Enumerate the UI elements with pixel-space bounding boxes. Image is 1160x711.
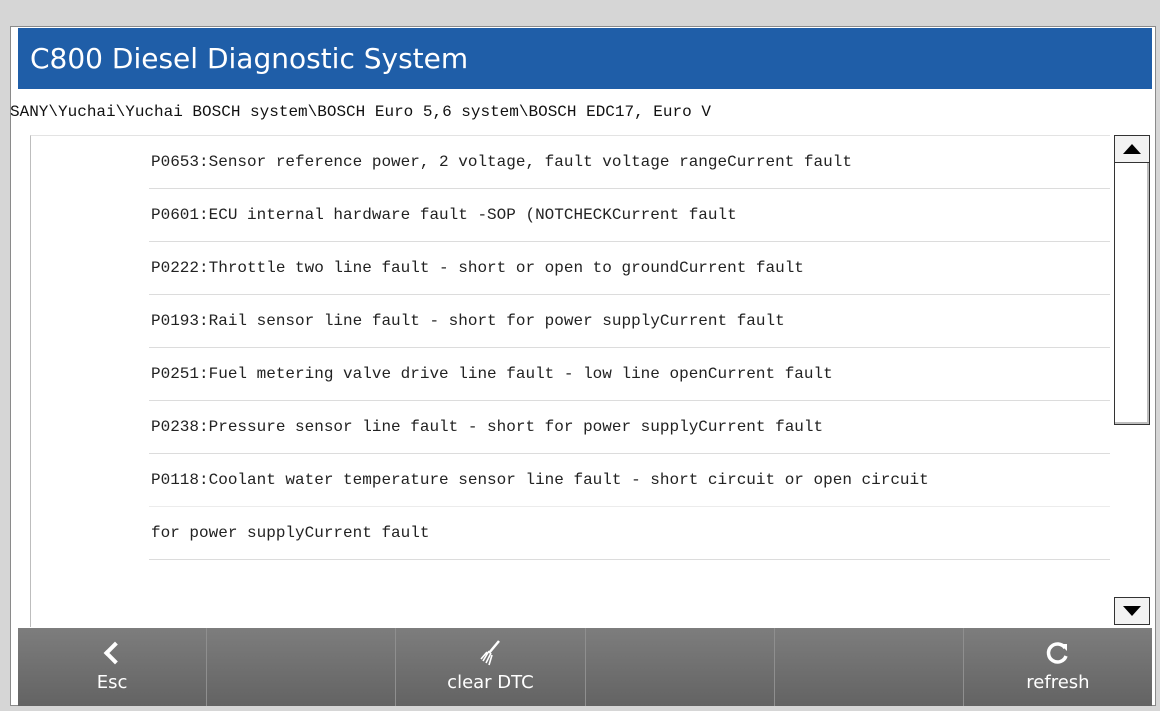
esc-label: Esc bbox=[96, 672, 128, 693]
scroll-thumb[interactable] bbox=[1114, 163, 1150, 425]
esc-button[interactable]: Esc bbox=[18, 628, 208, 706]
refresh-label: refresh bbox=[1026, 672, 1090, 693]
fault-text: P0118:Coolant water temperature sensor l… bbox=[151, 471, 929, 489]
arrow-up-icon bbox=[1123, 144, 1141, 154]
toolbar-slot-empty bbox=[586, 628, 775, 706]
title-bar: C800 Diesel Diagnostic System bbox=[18, 28, 1152, 89]
list-item[interactable]: P0238:Pressure sensor line fault - short… bbox=[149, 401, 1110, 454]
bottom-toolbar: Esc clear DTC refresh bbox=[18, 628, 1152, 706]
scroll-up-button[interactable] bbox=[1114, 135, 1150, 163]
app-title: C800 Diesel Diagnostic System bbox=[30, 42, 469, 75]
breadcrumb: SANY\Yuchai\Yuchai BOSCH system\BOSCH Eu… bbox=[10, 103, 711, 121]
fault-text: P0251:Fuel metering valve drive line fau… bbox=[151, 365, 833, 383]
fault-text: P0238:Pressure sensor line fault - short… bbox=[151, 418, 824, 436]
scroll-down-button[interactable] bbox=[1114, 597, 1150, 625]
arrow-down-icon bbox=[1123, 606, 1141, 616]
list-item[interactable]: P0251:Fuel metering valve drive line fau… bbox=[149, 348, 1110, 401]
list-item[interactable]: P0222:Throttle two line fault - short or… bbox=[149, 242, 1110, 295]
list-item[interactable]: P0193:Rail sensor line fault - short for… bbox=[149, 295, 1110, 348]
broom-icon bbox=[396, 638, 584, 668]
fault-text: P0222:Throttle two line fault - short or… bbox=[151, 259, 804, 277]
fault-text: for power supplyCurrent fault bbox=[151, 524, 430, 542]
fault-text: P0193:Rail sensor line fault - short for… bbox=[151, 312, 785, 330]
refresh-icon bbox=[964, 638, 1152, 668]
chevron-left-icon bbox=[18, 638, 206, 668]
list-item-continued[interactable]: for power supplyCurrent fault bbox=[149, 507, 1110, 560]
fault-list-panel: P0653:Sensor reference power, 2 voltage,… bbox=[30, 135, 1110, 627]
list-item[interactable]: P0601:ECU internal hardware fault -SOP (… bbox=[149, 189, 1110, 242]
fault-text: P0601:ECU internal hardware fault -SOP (… bbox=[151, 206, 737, 224]
clear-dtc-button[interactable]: clear DTC bbox=[396, 628, 586, 706]
fault-list: P0653:Sensor reference power, 2 voltage,… bbox=[149, 136, 1110, 560]
list-item[interactable]: P0653:Sensor reference power, 2 voltage,… bbox=[149, 136, 1110, 189]
list-item[interactable]: P0118:Coolant water temperature sensor l… bbox=[149, 454, 1110, 507]
toolbar-slot-empty bbox=[775, 628, 964, 706]
clear-dtc-label: clear DTC bbox=[447, 672, 534, 693]
toolbar-slot-empty bbox=[207, 628, 397, 706]
scrollbar[interactable] bbox=[1112, 135, 1152, 627]
fault-text: P0653:Sensor reference power, 2 voltage,… bbox=[151, 153, 852, 171]
refresh-button[interactable]: refresh bbox=[964, 628, 1152, 706]
scroll-track[interactable] bbox=[1114, 163, 1150, 597]
